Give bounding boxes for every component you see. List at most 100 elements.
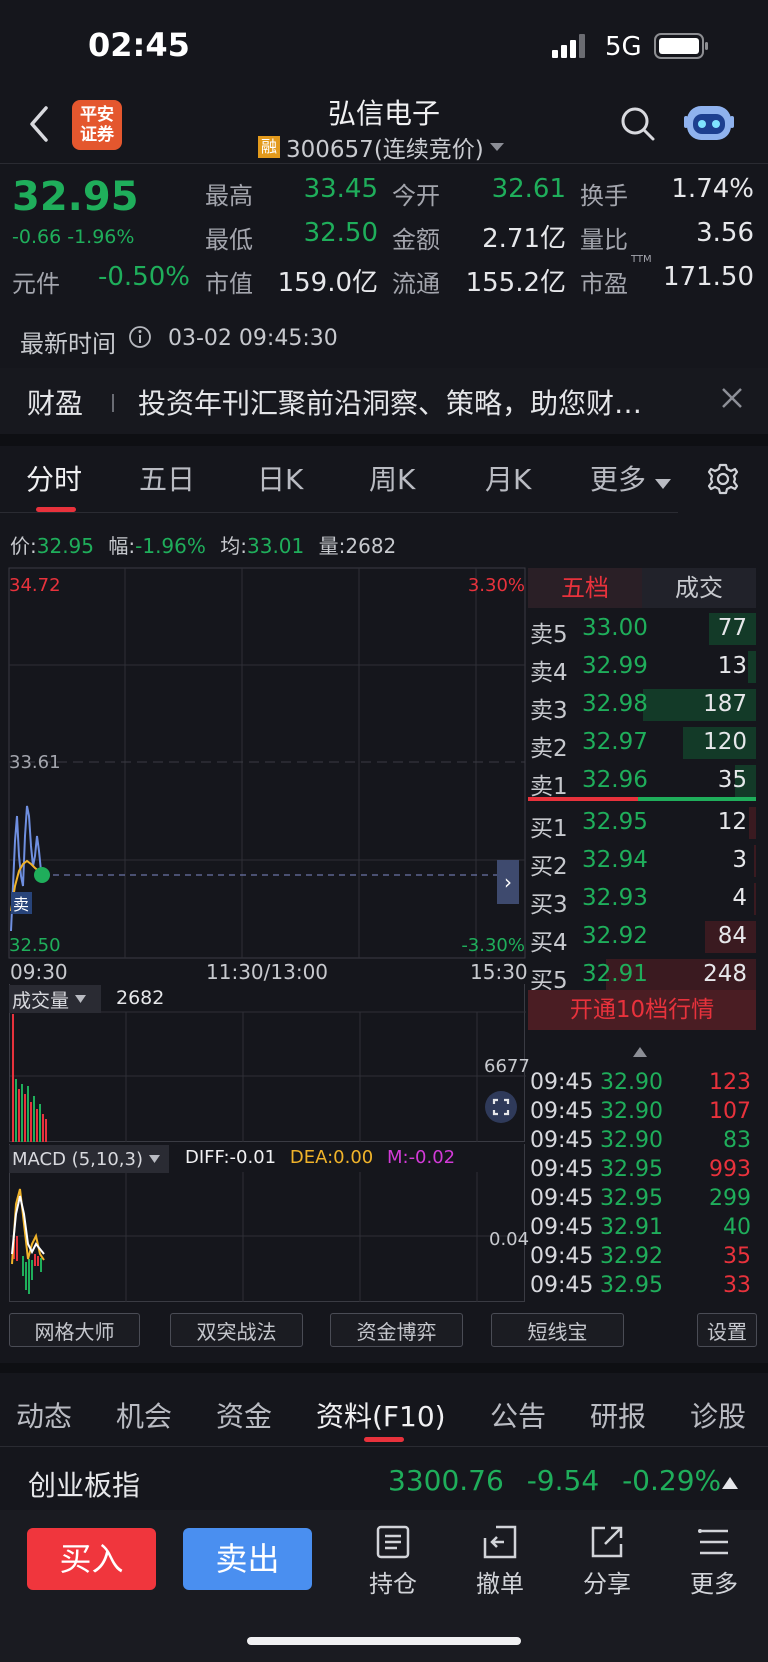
more-button[interactable]: 更多 xyxy=(679,1524,749,1599)
chart-tab[interactable]: 月K xyxy=(485,458,531,498)
trade-volume: 123 xyxy=(709,1070,751,1095)
scroll-up-icon[interactable] xyxy=(633,1042,647,1057)
stat-value: 1.74% xyxy=(671,174,754,204)
volume-selector[interactable]: 成交量 xyxy=(9,985,101,1013)
book-label: 卖5 xyxy=(530,622,568,648)
settings-gear-icon[interactable] xyxy=(706,462,740,496)
book-volume: 120 xyxy=(703,729,747,755)
stat-value: 33.45 xyxy=(303,174,378,204)
robot-icon[interactable] xyxy=(684,100,734,146)
last-price: 32.95 xyxy=(12,174,139,220)
trade-time: 09:45 xyxy=(530,1273,594,1298)
book-volume: 248 xyxy=(703,961,747,987)
book-volume: 12 xyxy=(717,809,747,835)
chart-tab[interactable]: 五日 xyxy=(139,458,195,498)
book-volume: 77 xyxy=(717,615,747,641)
book-label: 卖4 xyxy=(530,660,568,686)
expand-panel-button[interactable]: › xyxy=(497,860,519,904)
intraday-chart[interactable]: 卖 34.72 3.30% 33.61 32.50 -3.30% xyxy=(0,566,528,982)
book-label: 卖2 xyxy=(530,736,568,762)
upgrade-button[interactable]: 开通10档行情 xyxy=(528,990,756,1030)
info-tab[interactable]: 研报 xyxy=(590,1395,646,1435)
orderbook-tab-active[interactable]: 五档 xyxy=(528,568,642,608)
info-tab[interactable]: 诊股 xyxy=(690,1395,746,1435)
stat-value: 2.71亿 xyxy=(482,224,566,254)
book-label: 卖1 xyxy=(530,774,568,800)
book-label: 买4 xyxy=(530,930,568,956)
section-gap xyxy=(0,1363,768,1373)
mid-price: 33.61 xyxy=(9,752,61,773)
index-name[interactable]: 创业板指 xyxy=(28,1464,140,1504)
book-price: 32.93 xyxy=(582,885,648,911)
sell-marker-label: 卖 xyxy=(13,895,29,914)
buy-button[interactable]: 买入 xyxy=(27,1528,156,1590)
chevron-down-icon xyxy=(148,1155,160,1163)
home-indicator xyxy=(247,1637,521,1645)
menu-icon xyxy=(698,1529,728,1555)
banner-brand: 财盈 xyxy=(27,387,84,420)
sector-change: -0.50% xyxy=(98,262,190,292)
tool-chip[interactable]: 双突战法 xyxy=(170,1313,303,1347)
stock-code-line[interactable]: 融 300657(连续竞价) xyxy=(258,133,504,163)
macd-selector[interactable]: MACD (5,10,3) xyxy=(9,1145,169,1173)
chevron-down-icon xyxy=(489,143,504,151)
x-axis-end: 15:30 xyxy=(470,960,528,984)
stat-label: 市值 xyxy=(205,270,253,298)
info-tab[interactable]: 公告 xyxy=(490,1395,546,1435)
close-icon[interactable] xyxy=(720,386,744,410)
info-tab-indicator xyxy=(364,1437,404,1442)
section-gap xyxy=(0,434,768,446)
expand-icon[interactable] xyxy=(484,1090,518,1124)
book-price: 33.00 xyxy=(582,615,648,641)
stat-value: 171.50 xyxy=(663,262,754,292)
chart-svg: 卖 34.72 3.30% 33.61 32.50 -3.30% xyxy=(8,567,526,959)
trade-price: 32.90 xyxy=(600,1128,663,1153)
share-icon xyxy=(591,1526,623,1558)
book-price: 32.99 xyxy=(582,653,648,679)
trade-time: 09:45 xyxy=(530,1070,594,1095)
expand-up-icon[interactable] xyxy=(722,1474,738,1489)
info-icon[interactable] xyxy=(128,325,152,349)
chart-info-line: 价:32.95 幅:-1.96% 均:33.01 量:2682 xyxy=(10,534,397,558)
cancel-order-button[interactable]: 撤单 xyxy=(465,1524,535,1599)
trade-volume: 107 xyxy=(709,1099,751,1124)
chart-tab[interactable]: 分时 xyxy=(26,458,82,498)
tool-chip[interactable]: 资金博弈 xyxy=(330,1313,463,1347)
trade-volume: 299 xyxy=(709,1186,751,1211)
trade-time: 09:45 xyxy=(530,1244,594,1269)
price-change: -0.66 -1.96% xyxy=(12,226,135,248)
orderbook-red-sep xyxy=(528,797,638,801)
info-tab[interactable]: 机会 xyxy=(116,1395,172,1435)
sell-button[interactable]: 卖出 xyxy=(183,1528,312,1590)
bottom-pct: -3.30% xyxy=(461,935,525,956)
info-tab[interactable]: 资金 xyxy=(216,1395,272,1435)
stat-label: 换手 xyxy=(580,182,628,210)
chart-tab[interactable]: 更多 xyxy=(590,458,646,498)
trade-time: 09:45 xyxy=(530,1157,594,1182)
tool-chip[interactable]: 短线宝 xyxy=(491,1313,624,1347)
info-tab[interactable]: 动态 xyxy=(16,1395,72,1435)
info-tab[interactable]: 资料(F10) xyxy=(316,1395,446,1435)
trade-price: 32.95 xyxy=(600,1186,663,1211)
stat-label: 最低 xyxy=(205,226,253,254)
search-icon[interactable] xyxy=(620,106,656,142)
orderbook-tab-trades[interactable]: 成交 xyxy=(642,568,756,608)
index-value: 3300.76 -9.54 -0.29% xyxy=(388,1464,722,1497)
tool-chip[interactable]: 网格大师 xyxy=(9,1313,140,1347)
trade-volume: 83 xyxy=(723,1128,751,1153)
status-time: 02:45 xyxy=(88,26,190,64)
book-volume: 35 xyxy=(717,767,747,793)
tool-chip[interactable]: 设置 xyxy=(697,1313,757,1347)
banner-text[interactable]: 投资年刊汇聚前沿洞察、策略，助您财… xyxy=(138,382,708,422)
stat-value: 3.56 xyxy=(696,218,754,248)
pe-superscript: TTM xyxy=(631,254,652,265)
stat-label: 最高 xyxy=(205,182,253,210)
stock-detail-screen: { "status_bar":{"time":"02:45","network"… xyxy=(0,0,768,1662)
chart-tab[interactable]: 周K xyxy=(369,458,415,498)
hold-button[interactable]: 持仓 xyxy=(358,1524,428,1599)
stat-label: 市盈 xyxy=(580,270,628,298)
depth-bar xyxy=(754,883,756,915)
sector-label[interactable]: 元件 xyxy=(12,264,60,299)
chart-tab[interactable]: 日K xyxy=(257,458,303,498)
share-button[interactable]: 分享 xyxy=(572,1524,642,1599)
